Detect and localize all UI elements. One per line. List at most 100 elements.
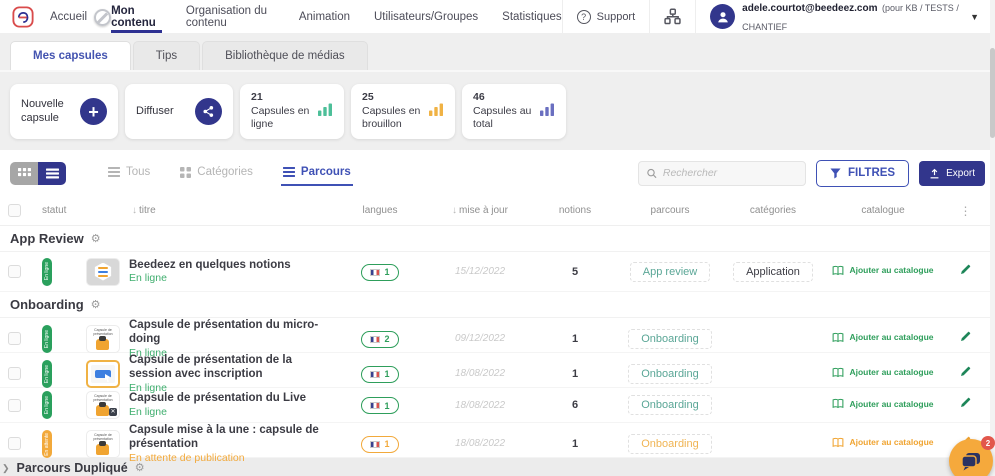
row-checkbox[interactable] bbox=[8, 332, 21, 345]
capsule-title: Capsule de présentation du micro-doing bbox=[129, 318, 334, 347]
edit-button[interactable] bbox=[959, 263, 972, 276]
add-to-catalogue-button[interactable]: Ajouter au catalogue bbox=[832, 332, 933, 343]
nav-statistiques[interactable]: Statistiques bbox=[502, 0, 561, 33]
list-view-button[interactable] bbox=[38, 162, 66, 185]
gear-icon[interactable]: ⚙ bbox=[91, 232, 101, 245]
capsule-thumbnail[interactable]: Capsule deprésentation bbox=[86, 430, 120, 458]
add-to-catalogue-button[interactable]: Ajouter au catalogue bbox=[832, 398, 933, 409]
row-checkbox[interactable] bbox=[8, 367, 21, 380]
capsule-status: En ligne bbox=[129, 272, 291, 285]
languages-badge: 1 bbox=[361, 264, 398, 281]
new-capsule-button[interactable]: Nouvelle capsule + bbox=[10, 84, 118, 139]
edit-button[interactable] bbox=[959, 365, 972, 378]
search-input[interactable] bbox=[663, 167, 797, 179]
gear-icon[interactable]: ⚙ bbox=[135, 461, 145, 474]
filters-button[interactable]: FILTRES bbox=[816, 160, 909, 187]
col-langues[interactable]: langues bbox=[334, 205, 426, 216]
parcours-tag[interactable]: Onboarding bbox=[628, 329, 712, 349]
col-categories[interactable]: catégories bbox=[724, 205, 822, 216]
status-pill: En ligne bbox=[42, 258, 52, 286]
capsule-thumbnail[interactable] bbox=[86, 360, 120, 388]
column-options-icon[interactable]: ⋮ bbox=[944, 204, 987, 218]
chat-widget-button[interactable]: 2 bbox=[949, 439, 993, 476]
capsule-thumbnail[interactable]: Capsule deprésentation bbox=[86, 325, 120, 353]
updated-date: 18/08/2022 bbox=[426, 400, 534, 411]
nav-animation[interactable]: Animation bbox=[299, 0, 350, 33]
bar-chart-icon bbox=[429, 103, 444, 121]
row-checkbox[interactable] bbox=[8, 265, 21, 278]
col-statut[interactable]: statut bbox=[42, 205, 86, 216]
nav-utilisateurs-groupes[interactable]: Utilisateurs/Groupes bbox=[374, 0, 478, 33]
row-checkbox[interactable] bbox=[8, 399, 21, 412]
col-mise-a-jour[interactable]: ↓mise à jour bbox=[426, 205, 534, 216]
nav-mon-contenu[interactable]: Mon contenu bbox=[111, 0, 162, 33]
category-tag[interactable]: Application bbox=[733, 262, 813, 282]
updated-date: 15/12/2022 bbox=[426, 266, 534, 277]
stat-label: Capsules au total bbox=[473, 105, 531, 131]
account-email: adele.courtot@beedeez.com bbox=[742, 3, 877, 14]
grid-view-button[interactable] bbox=[10, 162, 38, 185]
capsule-thumbnail[interactable]: Capsule deprésentation✕ bbox=[86, 391, 120, 419]
scrollbar-thumb[interactable] bbox=[990, 48, 995, 138]
sort-down-icon: ↓ bbox=[452, 205, 457, 216]
support-button[interactable]: ? Support bbox=[562, 0, 650, 33]
parcours-tag[interactable]: Onboarding bbox=[628, 434, 712, 454]
table-row[interactable]: En ligne Capsule de présentation de la s… bbox=[0, 353, 995, 388]
app-window: Accueil Mon contenu Organisation du cont… bbox=[0, 0, 995, 476]
capsule-thumbnail[interactable] bbox=[86, 258, 120, 286]
capsule-status: En ligne bbox=[129, 406, 306, 419]
col-titre[interactable]: ↓titre bbox=[86, 205, 334, 216]
select-all-checkbox[interactable] bbox=[8, 204, 21, 217]
filter-tab-tous[interactable]: Tous bbox=[106, 160, 152, 186]
filter-tab-parcours[interactable]: Parcours bbox=[281, 160, 353, 186]
col-notions[interactable]: notions bbox=[534, 205, 616, 216]
question-mark-icon: ? bbox=[577, 10, 591, 24]
beedeez-logo-icon[interactable] bbox=[12, 6, 34, 28]
status-pill: En ligne bbox=[42, 325, 52, 353]
add-to-catalogue-button[interactable]: Ajouter au catalogue bbox=[832, 367, 933, 378]
list-icon bbox=[108, 167, 120, 177]
table-row[interactable]: En ligne Capsule deprésentation Capsule … bbox=[0, 318, 995, 353]
diffuse-button[interactable]: Diffuser bbox=[125, 84, 233, 139]
add-to-catalogue-button[interactable]: Ajouter au catalogue bbox=[832, 437, 933, 448]
stat-capsules-en-ligne[interactable]: 21Capsules en ligne bbox=[240, 84, 344, 139]
row-checkbox[interactable] bbox=[8, 437, 21, 450]
add-to-catalogue-button[interactable]: Ajouter au catalogue bbox=[832, 265, 933, 276]
parcours-tag[interactable]: Onboarding bbox=[628, 364, 712, 384]
notions-count: 1 bbox=[534, 438, 616, 450]
col-parcours[interactable]: parcours bbox=[616, 205, 724, 216]
tab-bibliotheque-de-medias[interactable]: Bibliothèque de médias bbox=[202, 41, 368, 70]
edit-button[interactable] bbox=[959, 396, 972, 409]
edit-button[interactable] bbox=[959, 330, 972, 343]
list-icon bbox=[283, 167, 295, 177]
funnel-icon bbox=[830, 168, 841, 179]
catalogue-book-icon bbox=[832, 398, 844, 409]
org-share-button[interactable] bbox=[649, 0, 695, 33]
gear-icon[interactable]: ⚙ bbox=[91, 298, 101, 311]
bar-chart-icon bbox=[318, 103, 333, 121]
filter-bar: Tous Catégories Parcours FILT bbox=[0, 150, 995, 196]
section-header-app-review: App Review ⚙ bbox=[0, 226, 995, 252]
parcours-tag[interactable]: Onboarding bbox=[628, 395, 712, 415]
tab-tips[interactable]: Tips bbox=[133, 41, 200, 70]
bar-chart-icon bbox=[540, 103, 555, 121]
languages-badge: 1 bbox=[361, 366, 398, 383]
account-menu[interactable]: adele.courtot@beedeez.com (pour KB / TES… bbox=[695, 0, 985, 33]
filter-tabs: Tous Catégories Parcours bbox=[106, 160, 353, 186]
scrollbar-track bbox=[990, 0, 995, 476]
tab-mes-capsules[interactable]: Mes capsules bbox=[10, 41, 131, 70]
export-button[interactable]: Export bbox=[919, 161, 985, 186]
nav-accueil[interactable]: Accueil bbox=[50, 0, 87, 33]
parcours-tag[interactable]: App review bbox=[630, 262, 710, 282]
flag-icon bbox=[370, 336, 380, 343]
filter-tab-categories[interactable]: Catégories bbox=[178, 160, 255, 186]
table-row[interactable]: En ligne Beedeez en quelques notions En … bbox=[0, 252, 995, 292]
nav-organisation-du-contenu[interactable]: Organisation du contenu bbox=[186, 0, 275, 33]
stat-label: Capsules en ligne bbox=[251, 105, 309, 131]
table-row[interactable]: En ligne Capsule deprésentation✕ Capsule… bbox=[0, 388, 995, 423]
table-row[interactable]: En attente Capsule deprésentation Capsul… bbox=[0, 423, 995, 458]
col-catalogue[interactable]: catalogue bbox=[822, 205, 944, 216]
stat-capsules-au-total[interactable]: 46Capsules au total bbox=[462, 84, 566, 139]
stat-capsules-en-brouillon[interactable]: 25Capsules en brouillon bbox=[351, 84, 455, 139]
flag-icon bbox=[370, 269, 380, 276]
